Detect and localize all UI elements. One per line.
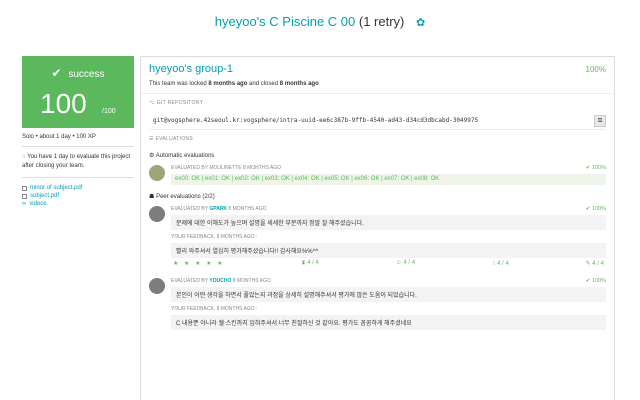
evaluator-info: EVALUATED BY YOUCHO 8 MONTHS AGO: [171, 278, 271, 284]
team-panel: hyeyoo's group-1 100% This team was lock…: [140, 56, 615, 400]
auto-evaluations-heading: ⚙ Automatic evaluations: [149, 153, 215, 159]
team-score: 100%: [585, 65, 606, 74]
avatar: [149, 165, 165, 181]
git-section-label: ⌥ GIT REPOSITORY: [149, 100, 204, 106]
project-title: hyeyoo's C Piscine C 00 (1 retry) ✿: [0, 14, 640, 29]
final-mark: 100: [40, 88, 87, 119]
feedback-label: YOUR FEEDBACK, 8 MONTHS AGO :: [171, 234, 258, 240]
avatar[interactable]: [149, 206, 165, 222]
star-rating: ★ ★ ★ ★ ★: [173, 261, 225, 267]
rating-interest: ☝ 4 / 4: [491, 261, 509, 267]
rating-friendliness: ☺ 4 / 4: [395, 260, 416, 266]
git-repository: git@vogsphere.42seoul.kr:vogsphere/intra…: [149, 112, 606, 130]
file-icon: [22, 193, 27, 199]
wrench-icon: ✎: [585, 261, 591, 267]
project-summary: ✔ success 100 /100 Solo • about 1 day • …: [22, 56, 134, 208]
users-icon: ☗: [149, 194, 155, 200]
lock-time: 8 months ago: [208, 81, 248, 87]
evaluator-info: EVALUATED BY GPARK 8 MONTHS AGO: [171, 206, 267, 212]
feedback-ratings: ★ ★ ★ ★ ★ ⧗ 4 / 4 ☺ 4 / 4 ☝ 4 / 4 ✎ 4 / …: [171, 260, 606, 270]
avatar[interactable]: [149, 278, 165, 294]
link-icon: ∞: [22, 201, 27, 207]
eval-score: ✔ 100%: [585, 278, 606, 284]
eval-score: ✔ 100%: [585, 206, 606, 212]
feedback-text: 빨리 와주셔서 열심히 평가해주셨습니다!! 감사해요%%^^: [171, 243, 606, 258]
project-meta: Solo • about 1 day • 100 XP: [22, 128, 134, 147]
rating-rigor: ✎ 4 / 4: [585, 261, 604, 267]
exercise-results: ex00: OK | ex01: OK | ex02: OK | ex03: O…: [171, 174, 606, 185]
attachments: minor of subject.pdf subject.pdf ∞ videos: [22, 178, 134, 208]
attachment-label[interactable]: minor of subject.pdf: [30, 184, 82, 192]
evaluator-comment: 본인이 어떤 생각을 하면서 풀었는지 과정을 상세히 설명해주셔서 평가에 많…: [171, 287, 606, 302]
lock-text-prefix: This team was locked: [149, 81, 209, 87]
clock-icon: ◌: [22, 154, 26, 160]
feedback-label: YOUR FEEDBACK, 8 MONTHS AGO :: [171, 306, 258, 312]
peer-evaluation: EVALUATED BY GPARK 8 MONTHS AGO ✔ 100% 문…: [149, 204, 606, 270]
evaluator-info: EVALUATED BY MOULINETTE 8 MONTHS AGO: [171, 165, 282, 171]
status-badge: ✔ success: [22, 66, 134, 80]
attachment-link[interactable]: ∞ videos: [22, 200, 134, 208]
final-mark-max: /100: [102, 108, 116, 115]
team-name[interactable]: hyeyoo's group-1: [149, 63, 233, 75]
git-url[interactable]: git@vogsphere.42seoul.kr:vogsphere/intra…: [153, 117, 478, 124]
evaluator-login[interactable]: GPARK: [209, 206, 227, 212]
gears-icon: ⚙: [149, 153, 155, 159]
hourglass-icon: ⧗: [301, 260, 306, 266]
close-time: 8 months ago: [279, 81, 319, 87]
auto-evaluation: EVALUATED BY MOULINETTE 8 MONTHS AGO ✔ 1…: [149, 163, 606, 185]
attachment-link[interactable]: minor of subject.pdf: [22, 184, 134, 192]
peer-evaluation: EVALUATED BY YOUCHO 8 MONTHS AGO ✔ 100% …: [149, 276, 606, 330]
rating-punctuality: ⧗ 4 / 4: [301, 260, 319, 266]
copy-button[interactable]: ⧉: [594, 114, 606, 127]
deadline-text: You have 1 day to evaluate this project …: [22, 154, 130, 169]
evaluator-comment: 문제에 대한 이해도가 높으며 설명을 세세한 부분까지 정말 잘 해주셨습니다…: [171, 215, 606, 230]
evaluation-deadline: ◌ You have 1 day to evaluate this projec…: [22, 147, 134, 178]
eval-score: ✔ 100%: [585, 165, 606, 171]
file-icon: [22, 185, 27, 191]
git-icon: ⌥: [149, 100, 156, 106]
peer-evaluations-heading: ☗ Peer evaluations (2/2): [149, 194, 215, 200]
check-icon: ✔: [51, 66, 62, 80]
status-label: success: [68, 69, 105, 80]
retry-count: (1 retry): [358, 14, 405, 29]
attachment-link[interactable]: subject.pdf: [22, 192, 134, 200]
team-lock-status: This team was locked 8 months ago and cl…: [141, 75, 614, 94]
lock-text-mid: and closed: [247, 81, 280, 87]
thumb-icon: ☝: [491, 261, 496, 267]
copy-icon: ⧉: [597, 117, 603, 124]
project-title-text: hyeyoo's C Piscine C 00: [214, 14, 356, 29]
gear-icon[interactable]: ✿: [416, 17, 425, 29]
score-box: ✔ success 100 /100: [22, 56, 134, 128]
feedback-text: C 내용뿐 아니라 쉘 스킨까지 입혀주셔서 너무 친절하신 것 같아요. 평가…: [171, 315, 606, 330]
smile-icon: ☺: [395, 260, 402, 266]
attachment-label[interactable]: videos: [29, 200, 46, 208]
list-icon: ☰: [149, 136, 154, 142]
evaluations-section-label: ☰ EVALUATIONS: [149, 136, 194, 142]
evaluator-login[interactable]: YOUCHO: [209, 278, 231, 284]
attachment-label[interactable]: subject.pdf: [30, 192, 59, 200]
